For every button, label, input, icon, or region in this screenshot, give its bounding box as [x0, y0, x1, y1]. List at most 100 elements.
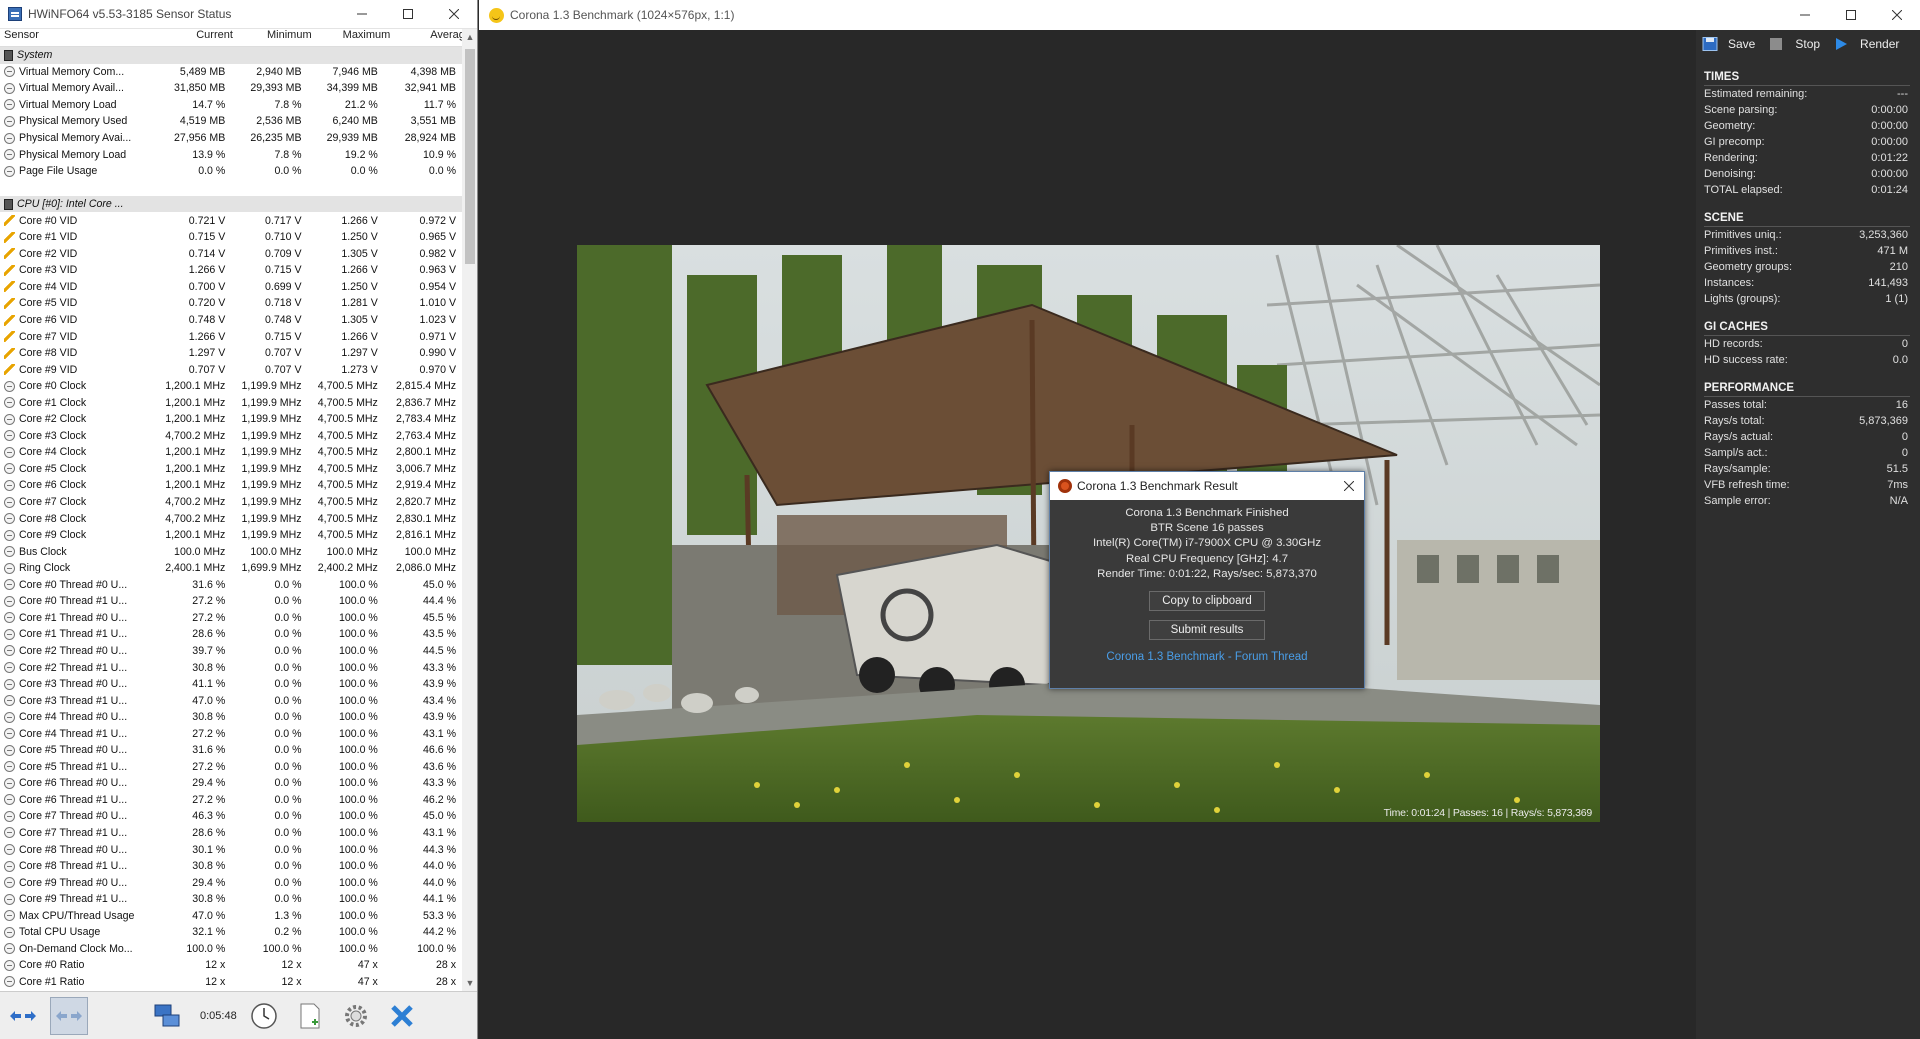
- close-button[interactable]: [431, 0, 477, 29]
- stat-row: Passes total: 16: [1696, 397, 1920, 413]
- sensor-row[interactable]: Core #4 Thread #1 U... 27.2 % 0.0 % 100.0 %…: [0, 725, 462, 742]
- sensor-row[interactable]: Core #2 VID 0.714 V 0.709 V 1.305 V 0.982 V: [0, 246, 462, 263]
- hwinfo-titlebar[interactable]: HWiNFO64 v5.53-3185 Sensor Status: [0, 0, 477, 29]
- switch-view-arrows-icon[interactable]: [4, 997, 42, 1035]
- settings-gear-icon[interactable]: [337, 997, 375, 1035]
- sensor-row[interactable]: Core #1 Ratio 12 x 12 x 47 x 28 x: [0, 974, 462, 989]
- corona-titlebar[interactable]: Corona 1.3 Benchmark (1024×576px, 1:1): [479, 0, 1920, 30]
- sensor-row[interactable]: Virtual Memory Avail... 31,850 MB 29,393 M…: [0, 80, 462, 97]
- sensor-row[interactable]: Ring Clock 2,400.1 MHz 1,699.9 MHz 2,400.2 …: [0, 560, 462, 577]
- sensor-gauge-icon: [4, 496, 15, 508]
- stop-square-icon: [1770, 37, 1783, 50]
- sensor-row[interactable]: Core #5 VID 0.720 V 0.718 V 1.281 V 1.010 V: [0, 295, 462, 312]
- sensor-row[interactable]: Core #3 Thread #0 U... 41.1 % 0.0 % 100.0 %…: [0, 676, 462, 693]
- sensor-row[interactable]: Core #7 Thread #1 U... 28.6 % 0.0 % 100.0 %…: [0, 825, 462, 842]
- corona-maximize-button[interactable]: [1828, 1, 1874, 30]
- sensor-row[interactable]: Page File Usage 0.0 % 0.0 % 0.0 % 0.0 %: [0, 163, 462, 180]
- stop-button[interactable]: Stop: [1769, 37, 1820, 51]
- sensor-row[interactable]: Physical Memory Used 4,519 MB 2,536 MB 6,24…: [0, 113, 462, 130]
- sensor-row[interactable]: Core #9 VID 0.707 V 0.707 V 1.273 V 0.970 V: [0, 361, 462, 378]
- sensor-row[interactable]: Core #6 Thread #0 U... 29.4 % 0.0 % 100.0 %…: [0, 775, 462, 792]
- sensor-row[interactable]: Core #2 Thread #1 U... 30.8 % 0.0 % 100.0 %…: [0, 659, 462, 676]
- sensor-row[interactable]: Core #4 Thread #0 U... 30.8 % 0.0 % 100.0 %…: [0, 709, 462, 726]
- sensor-row[interactable]: Core #9 Thread #1 U... 30.8 % 0.0 % 100.0 %…: [0, 891, 462, 908]
- minimize-button[interactable]: [339, 0, 385, 29]
- sensor-row[interactable]: Physical Memory Load 13.9 % 7.8 % 19.2 % 10.…: [0, 146, 462, 163]
- sensor-row[interactable]: Core #3 Clock 4,700.2 MHz 1,199.9 MHz 4,700…: [0, 428, 462, 445]
- sensor-row[interactable]: Virtual Memory Com... 5,489 MB 2,940 MB 7,9…: [0, 64, 462, 81]
- scroll-down-arrow-icon[interactable]: ▼: [462, 975, 477, 991]
- sensor-row[interactable]: Core #4 VID 0.700 V 0.699 V 1.250 V 0.954 V: [0, 279, 462, 296]
- sensor-row[interactable]: Core #0 VID 0.721 V 0.717 V 1.266 V 0.972 V: [0, 212, 462, 229]
- sensor-row[interactable]: Core #7 VID 1.266 V 0.715 V 1.266 V 0.971 V: [0, 328, 462, 345]
- sensor-row[interactable]: Core #6 Thread #1 U... 27.2 % 0.0 % 100.0 %…: [0, 792, 462, 809]
- sensor-row[interactable]: On-Demand Clock Mo... 100.0 % 100.0 % 100.0…: [0, 941, 462, 958]
- sensor-row[interactable]: Core #5 Thread #1 U... 27.2 % 0.0 % 100.0 %…: [0, 759, 462, 776]
- dialog-titlebar[interactable]: Corona 1.3 Benchmark Result: [1050, 472, 1364, 500]
- sensor-row[interactable]: Core #1 Thread #1 U... 28.6 % 0.0 % 100.0 %…: [0, 626, 462, 643]
- forum-thread-link[interactable]: Corona 1.3 Benchmark - Forum Thread: [1050, 650, 1364, 665]
- column-header-minimum[interactable]: Minimum: [239, 29, 318, 46]
- sensor-name: Core #1 Thread #1 U...: [19, 628, 128, 641]
- sensor-row[interactable]: Core #8 Clock 4,700.2 MHz 1,199.9 MHz 4,700…: [0, 510, 462, 527]
- section-title: TIMES: [1704, 71, 1740, 83]
- sensor-row[interactable]: Core #5 Thread #0 U... 31.6 % 0.0 % 100.0 %…: [0, 742, 462, 759]
- submit-results-button[interactable]: Submit results: [1149, 620, 1265, 641]
- save-button[interactable]: Save: [1702, 36, 1755, 51]
- sensor-group-row[interactable]: CPU [#0]: Intel Core ...: [0, 195, 462, 213]
- dialog-close-icon[interactable]: [1334, 472, 1364, 500]
- sensor-row[interactable]: [0, 179, 462, 196]
- sensor-row[interactable]: Core #4 Clock 1,200.1 MHz 1,199.9 MHz 4,700…: [0, 444, 462, 461]
- sensor-row[interactable]: Core #8 VID 1.297 V 0.707 V 1.297 V 0.990 V: [0, 345, 462, 362]
- clock-reset-icon[interactable]: [245, 997, 283, 1035]
- sensor-row[interactable]: Core #1 Thread #0 U... 27.2 % 0.0 % 100.0 %…: [0, 610, 462, 627]
- vertical-scrollbar[interactable]: ▲ ▼: [462, 29, 477, 991]
- scroll-up-arrow-icon[interactable]: ▲: [462, 29, 477, 45]
- maximize-button[interactable]: [385, 0, 431, 29]
- sensor-row[interactable]: Core #7 Thread #0 U... 46.3 % 0.0 % 100.0 %…: [0, 808, 462, 825]
- current-value: 14.7 %: [192, 98, 226, 111]
- sensor-gauge-icon: [4, 628, 15, 640]
- corona-close-button[interactable]: [1874, 1, 1920, 30]
- minimum-value: 0.710 V: [265, 231, 302, 244]
- sensor-row[interactable]: Core #0 Clock 1,200.1 MHz 1,199.9 MHz 4,700…: [0, 378, 462, 395]
- copy-to-clipboard-button[interactable]: Copy to clipboard: [1149, 591, 1265, 612]
- sensor-row[interactable]: Bus Clock 100.0 MHz 100.0 MHz 100.0 MHz 100.…: [0, 543, 462, 560]
- average-value: 28,924 MB: [404, 132, 457, 144]
- sensor-row[interactable]: Core #9 Thread #0 U... 29.4 % 0.0 % 100.0 %…: [0, 874, 462, 891]
- sensor-row[interactable]: Virtual Memory Load 14.7 % 7.8 % 21.2 % 11.7…: [0, 97, 462, 114]
- sensor-row[interactable]: Core #0 Thread #0 U... 31.6 % 0.0 % 100.0 %…: [0, 577, 462, 594]
- sensor-row[interactable]: Physical Memory Avai... 27,956 MB 26,235 M…: [0, 130, 462, 147]
- sensor-row[interactable]: Core #3 Thread #1 U... 47.0 % 0.0 % 100.0 %…: [0, 692, 462, 709]
- add-report-icon[interactable]: [291, 997, 329, 1035]
- sensor-row[interactable]: Core #0 Thread #1 U... 27.2 % 0.0 % 100.0 %…: [0, 593, 462, 610]
- voltage-bolt-icon: [4, 314, 15, 326]
- sensor-row[interactable]: Core #1 VID 0.715 V 0.710 V 1.250 V 0.965 V: [0, 229, 462, 246]
- sensor-row[interactable]: Core #6 Clock 1,200.1 MHz 1,199.9 MHz 4,700…: [0, 477, 462, 494]
- sensor-row[interactable]: Core #9 Clock 1,200.1 MHz 1,199.9 MHz 4,700…: [0, 527, 462, 544]
- collapse-view-arrows-icon[interactable]: [50, 996, 88, 1035]
- stat-value: 0:01:22: [1871, 152, 1908, 164]
- render-button[interactable]: Render: [1834, 37, 1899, 51]
- sensor-group-row[interactable]: System: [0, 47, 462, 64]
- column-header-current[interactable]: Current: [160, 29, 239, 46]
- network-sensors-icon[interactable]: [148, 997, 186, 1035]
- sensor-row[interactable]: Core #8 Thread #1 U... 30.8 % 0.0 % 100.0 %…: [0, 858, 462, 875]
- sensor-row[interactable]: Core #2 Thread #0 U... 39.7 % 0.0 % 100.0 %…: [0, 643, 462, 660]
- column-header-maximum[interactable]: Maximum: [318, 29, 397, 46]
- sensor-row[interactable]: Core #0 Ratio 12 x 12 x 47 x 28 x: [0, 957, 462, 974]
- column-header-sensor[interactable]: Sensor: [0, 29, 160, 46]
- stat-row: HD records: 0: [1696, 336, 1920, 352]
- sensor-row[interactable]: Core #6 VID 0.748 V 0.748 V 1.305 V 1.023 V: [0, 312, 462, 329]
- sensor-row[interactable]: Core #8 Thread #0 U... 30.1 % 0.0 % 100.0 %…: [0, 841, 462, 858]
- sensor-row[interactable]: Core #1 Clock 1,200.1 MHz 1,199.9 MHz 4,700…: [0, 394, 462, 411]
- sensor-row[interactable]: Max CPU/Thread Usage 47.0 % 1.3 % 100.0 % 53…: [0, 907, 462, 924]
- sensor-row[interactable]: Core #5 Clock 1,200.1 MHz 1,199.9 MHz 4,700…: [0, 461, 462, 478]
- scrollbar-thumb[interactable]: [465, 49, 475, 264]
- sensor-row[interactable]: Total CPU Usage 32.1 % 0.2 % 100.0 % 44.2 %: [0, 924, 462, 941]
- close-sensors-icon[interactable]: [383, 997, 421, 1035]
- sensor-row[interactable]: Core #7 Clock 4,700.2 MHz 1,199.9 MHz 4,700…: [0, 494, 462, 511]
- sensor-row[interactable]: Core #2 Clock 1,200.1 MHz 1,199.9 MHz 4,700…: [0, 411, 462, 428]
- corona-minimize-button[interactable]: [1782, 1, 1828, 30]
- sensor-row[interactable]: Core #3 VID 1.266 V 0.715 V 1.266 V 0.963 V: [0, 262, 462, 279]
